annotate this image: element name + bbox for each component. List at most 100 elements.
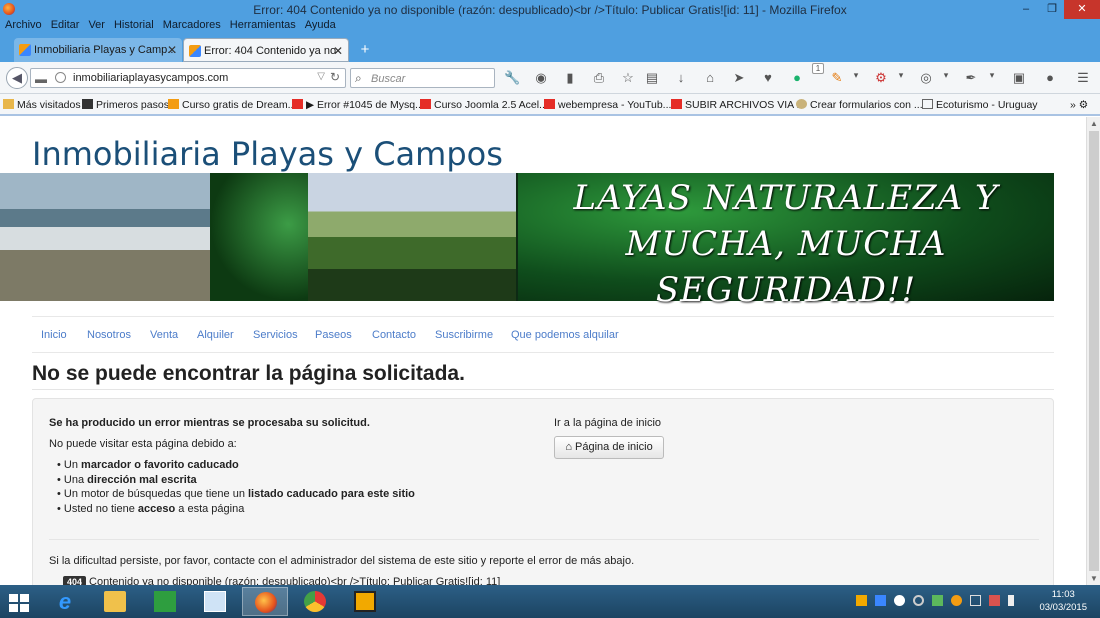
close-window-button[interactable]: ✕: [1064, 0, 1100, 19]
bookmark-crear-formularios[interactable]: Crear formularios con ...: [796, 99, 923, 111]
taskbar-ie[interactable]: e: [42, 587, 88, 616]
mask-icon[interactable]: ◉: [533, 70, 549, 86]
divider: [32, 389, 1054, 390]
tray-network-icon[interactable]: [875, 595, 886, 606]
print-icon[interactable]: ⎙: [591, 70, 607, 86]
bookmarks-toolbar: Más visitados Primeros pasos Curso grati…: [0, 94, 1100, 116]
pocket-icon[interactable]: ♥: [760, 70, 776, 85]
url-text[interactable]: inmobiliariaplayasycampos.com: [73, 72, 228, 84]
chevron-down-icon[interactable]: ▾: [984, 70, 1000, 81]
addon-green-icon[interactable]: ●: [789, 70, 805, 85]
bookmarks-menu-icon[interactable]: ▤: [644, 70, 660, 86]
site-title[interactable]: Inmobiliaria Playas y Campos: [32, 135, 503, 173]
chevron-down-icon[interactable]: ▾: [893, 70, 909, 81]
new-tab-button[interactable]: +: [355, 38, 375, 62]
search-bar[interactable]: ⌕ Buscar: [350, 68, 495, 88]
bookmark-ecoturismo[interactable]: Ecoturismo - Uruguay: [922, 99, 1038, 111]
taskbar-app[interactable]: [192, 587, 238, 616]
tray-cloud-icon[interactable]: [894, 595, 905, 606]
nav-contacto[interactable]: Contacto: [372, 329, 416, 341]
nav-inicio[interactable]: Inicio: [41, 329, 67, 341]
home-icon[interactable]: ⌂: [702, 70, 718, 85]
tab-inmobiliaria[interactable]: Inmobiliaria Playas y Camp... ✕: [14, 38, 182, 62]
taskbar-store[interactable]: [142, 587, 188, 616]
bookmark-error-1045[interactable]: ▶ Error #1045 de Mysq...: [292, 99, 424, 111]
volume-icon[interactable]: [1008, 595, 1019, 606]
taskbar-firefox[interactable]: [242, 587, 288, 616]
folder-icon: [3, 99, 14, 109]
tray-screen-icon[interactable]: [970, 595, 981, 606]
menu-ayuda[interactable]: Ayuda: [305, 19, 336, 31]
taskbar-explorer[interactable]: [92, 587, 138, 616]
bookmark-mas-visitados[interactable]: Más visitados: [3, 99, 81, 111]
wrench-icon[interactable]: 🔧: [504, 70, 520, 86]
scroll-down-icon[interactable]: ▼: [1090, 574, 1098, 583]
nav-paseos[interactable]: Paseos: [315, 329, 352, 341]
home-page-button[interactable]: ⌂ Página de inicio: [554, 436, 664, 459]
download-icon[interactable]: ↓: [673, 70, 689, 85]
tray-media-icon[interactable]: [856, 595, 867, 606]
minimize-button[interactable]: –: [1013, 0, 1039, 19]
taskbar-chrome[interactable]: [292, 587, 338, 616]
tab-error-404[interactable]: Error: 404 Contenido ya no ... ✕: [183, 38, 349, 81]
vertical-scrollbar[interactable]: ▲ ▼: [1086, 117, 1100, 585]
addon-orange-icon[interactable]: ✎: [829, 70, 845, 86]
taskbar-media[interactable]: [342, 587, 388, 616]
screenshot-icon[interactable]: ▣: [1011, 70, 1027, 86]
start-button[interactable]: [0, 587, 40, 616]
bookmark-curso-joomla[interactable]: Curso Joomla 2.5 Acel...: [420, 99, 548, 111]
chat-icon[interactable]: ●: [1042, 70, 1058, 85]
menu-editar[interactable]: Editar: [51, 19, 80, 31]
youtube-icon: [671, 99, 682, 109]
tray-flag-icon[interactable]: [989, 595, 1000, 606]
nav-servicios[interactable]: Servicios: [253, 329, 298, 341]
youtube-icon: [292, 99, 303, 109]
page-icon[interactable]: ▮: [562, 70, 578, 86]
addon-eye-icon[interactable]: ◎: [918, 70, 934, 86]
bookmarks-overflow-icon[interactable]: » ⚙: [1070, 99, 1088, 111]
menu-archivo[interactable]: Archivo: [5, 19, 42, 31]
nav-que-podemos-alquilar[interactable]: Que podemos alquilar: [511, 329, 619, 341]
url-bar[interactable]: ▬ inmobiliariaplayasycampos.com ▽ ↻: [30, 68, 346, 88]
windows-taskbar: e 11:03 03/03/2015: [0, 585, 1100, 618]
close-tab-icon[interactable]: ✕: [167, 38, 177, 62]
menu-marcadores[interactable]: Marcadores: [163, 19, 221, 31]
ac-icon: [168, 99, 179, 109]
hamburger-menu-icon[interactable]: ☰: [1075, 70, 1091, 86]
tray-sync-icon[interactable]: [913, 595, 924, 606]
bookmark-subir-archivos[interactable]: SUBIR ARCHIVOS VIA ...: [671, 99, 805, 111]
hills-image: [308, 173, 516, 301]
close-tab-icon[interactable]: ✕: [333, 39, 343, 63]
nav-nosotros[interactable]: Nosotros: [87, 329, 131, 341]
error-box-title: Se ha producido un error mientras se pro…: [49, 417, 370, 429]
send-icon[interactable]: ➤: [731, 70, 747, 86]
maximize-button[interactable]: ❐: [1039, 0, 1065, 19]
scroll-up-icon[interactable]: ▲: [1090, 119, 1098, 128]
url-dropdown-icon[interactable]: ▽: [317, 71, 325, 82]
tray-app-icon[interactable]: [932, 595, 943, 606]
nav-venta[interactable]: Venta: [150, 329, 178, 341]
bookmark-primeros-pasos[interactable]: Primeros pasos: [82, 99, 169, 111]
nav-suscribirme[interactable]: Suscribirme: [435, 329, 493, 341]
reload-icon[interactable]: ↻: [330, 70, 340, 84]
menu-historial[interactable]: Historial: [114, 19, 154, 31]
bookmark-webempresa[interactable]: webempresa - YouTub...: [544, 99, 671, 111]
chevron-down-icon[interactable]: ▾: [938, 70, 954, 81]
back-button[interactable]: ◀: [6, 67, 28, 89]
identity-icon[interactable]: ▬: [35, 72, 47, 86]
nav-alquiler[interactable]: Alquiler: [197, 329, 234, 341]
system-clock[interactable]: 11:03 03/03/2015: [1039, 588, 1087, 614]
eyedropper-icon[interactable]: ✒: [963, 70, 979, 86]
bookmark-curso-dream[interactable]: Curso gratis de Dream...: [168, 99, 296, 111]
menu-bar: Archivo Editar Ver Historial Marcadores Herra…: [0, 19, 1100, 35]
menu-herramientas[interactable]: Herramientas: [230, 19, 296, 31]
tab-label: Inmobiliaria Playas y Camp...: [34, 44, 177, 56]
bookmark-star-icon[interactable]: ☆: [620, 70, 636, 86]
menu-ver[interactable]: Ver: [88, 19, 105, 31]
chevron-down-icon[interactable]: ▾: [848, 70, 864, 81]
scrollbar-thumb[interactable]: [1089, 131, 1099, 571]
addon-red-icon[interactable]: ⚙: [873, 70, 889, 86]
window-title: Error: 404 Contenido ya no disponible (r…: [253, 3, 847, 17]
tray-avast-icon[interactable]: [951, 595, 962, 606]
page-content: Inmobiliaria Playas y Campos LAYAS NATUR…: [0, 117, 1086, 585]
